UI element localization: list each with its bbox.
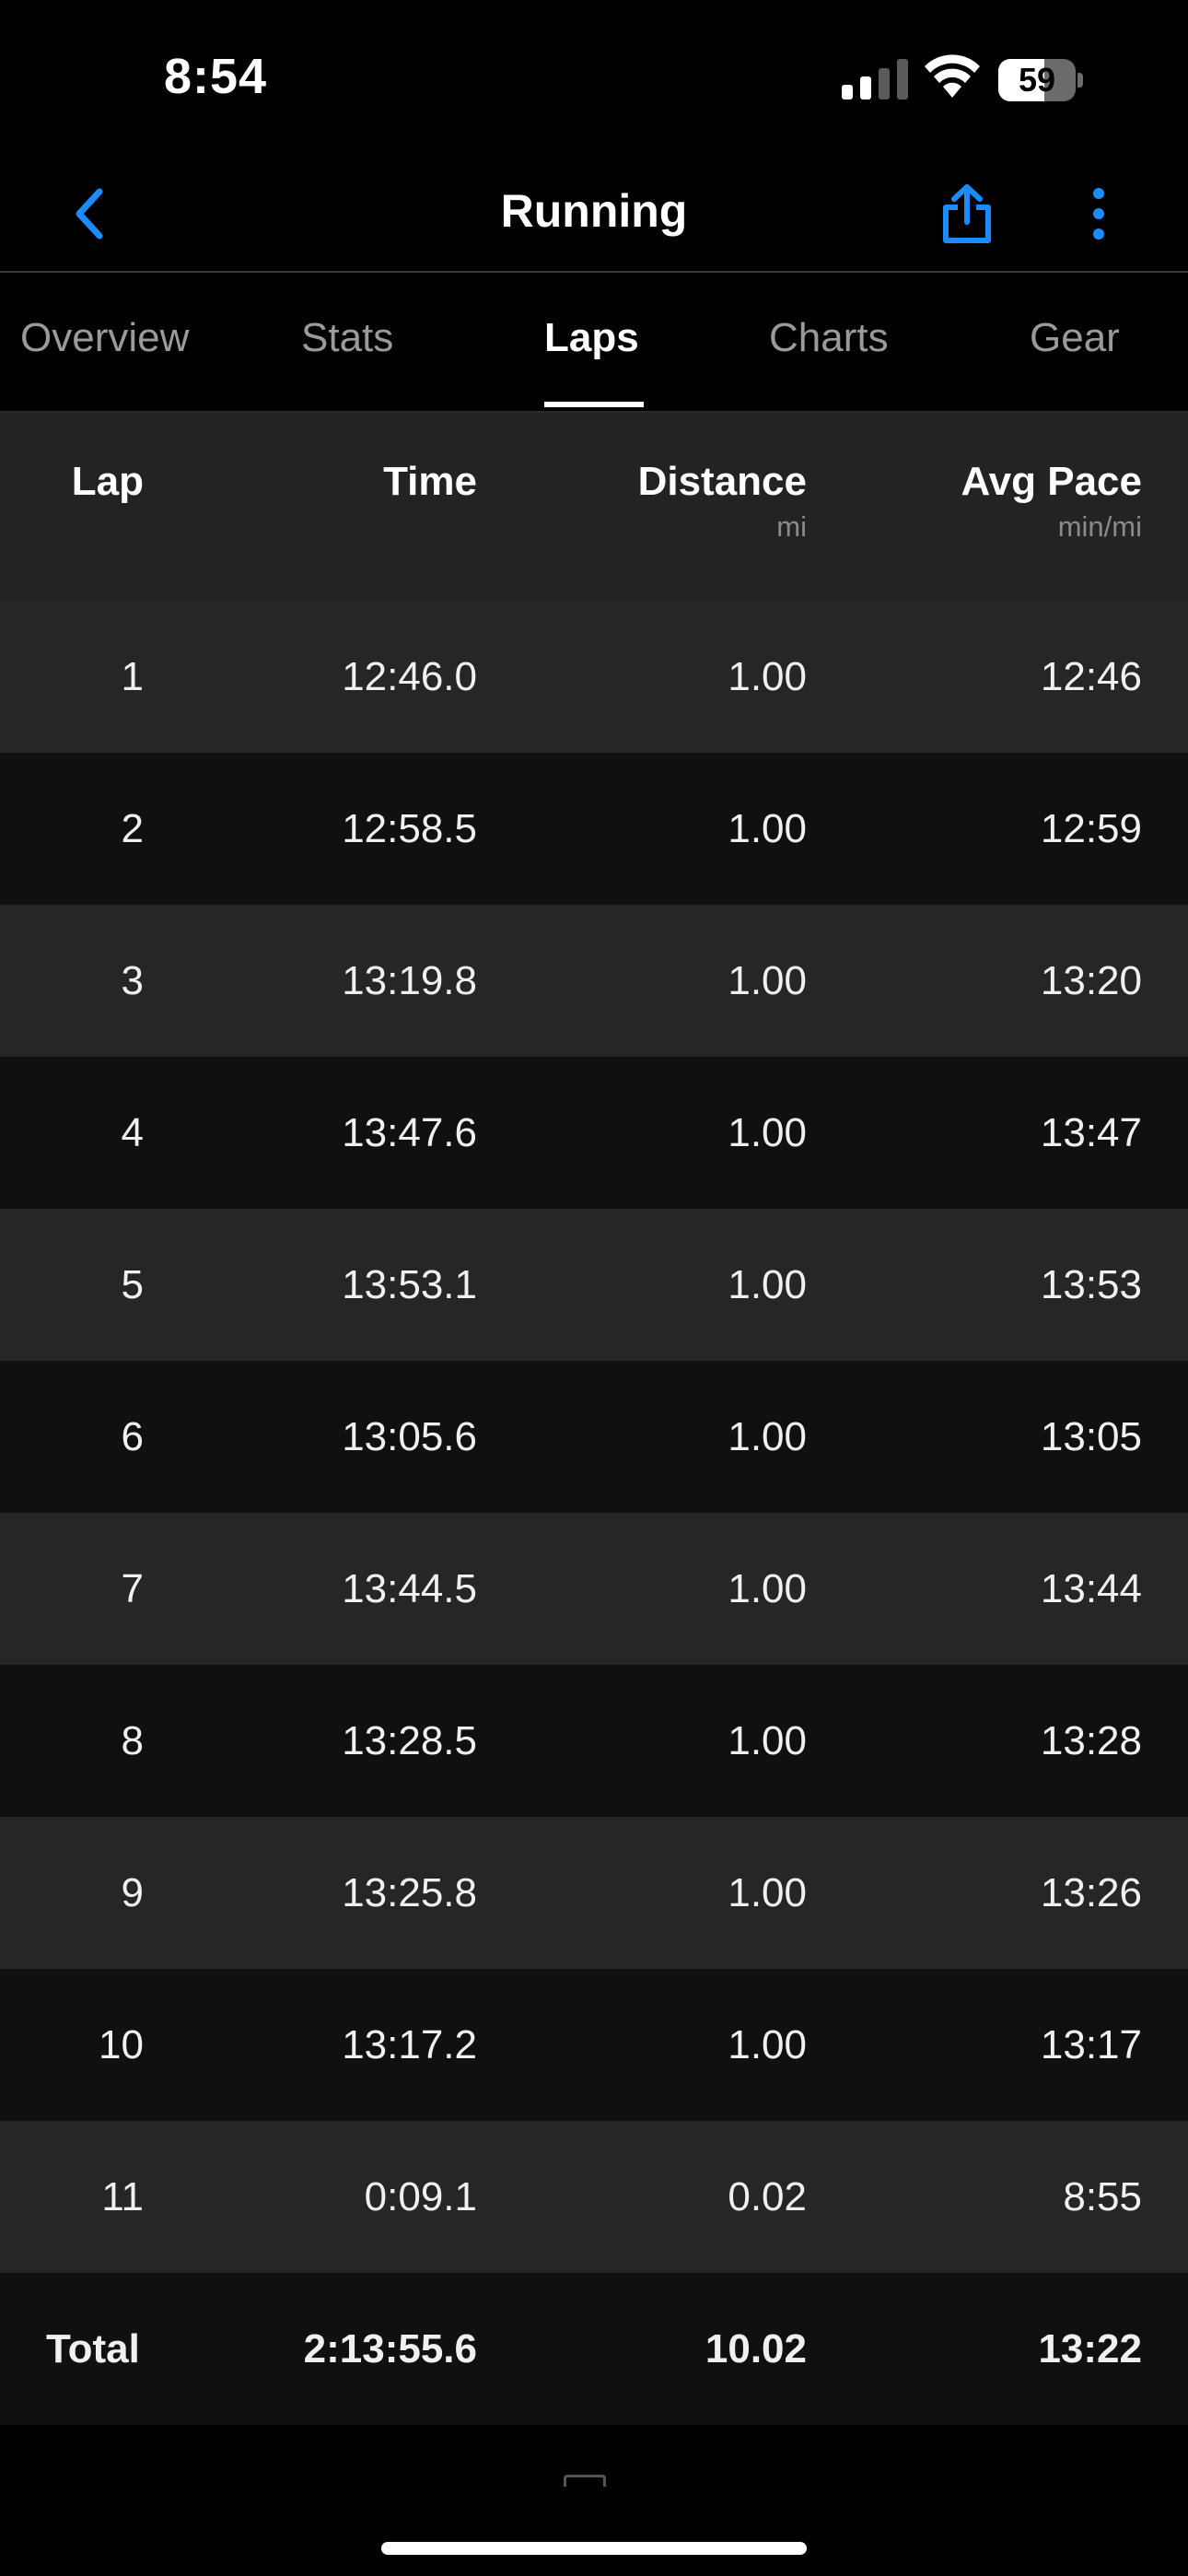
lap-avg-pace: 13:20: [1040, 958, 1142, 1003]
lap-time: 13:05.6: [342, 1414, 477, 1459]
tab-overview[interactable]: Overview: [20, 315, 189, 361]
share-button[interactable]: [930, 175, 1004, 252]
table-row[interactable]: 4 13:47.6 1.00 13:47: [0, 1057, 1188, 1209]
lap-time: 13:17.2: [342, 2022, 477, 2067]
header-distance: Distance mi: [516, 459, 807, 544]
lap-time: 13:25.8: [342, 1870, 477, 1915]
lap-time: 13:47.6: [342, 1110, 477, 1155]
lap-avg-pace: 13:47: [1040, 1110, 1142, 1155]
table-row[interactable]: 3 13:19.8 1.00 13:20: [0, 905, 1188, 1057]
lap-distance: 0.02: [728, 2174, 807, 2219]
header-distance-unit: mi: [776, 510, 807, 543]
table-header: Lap Time Distance mi Avg Pace min/mi: [0, 413, 1188, 601]
more-options-button[interactable]: [1065, 175, 1133, 252]
partial-icon: [564, 2475, 606, 2487]
lap-avg-pace: 13:53: [1040, 1262, 1142, 1307]
total-distance: 10.02: [705, 2326, 807, 2371]
lap-number: 5: [121, 1262, 144, 1307]
lap-number: 8: [121, 1718, 144, 1763]
lap-avg-pace: 13:05: [1040, 1414, 1142, 1459]
table-row[interactable]: 1 12:46.0 1.00 12:46: [0, 601, 1188, 753]
table-row[interactable]: 11 0:09.1 0.02 8:55: [0, 2121, 1188, 2273]
table-row[interactable]: 7 13:44.5 1.00 13:44: [0, 1513, 1188, 1665]
lap-distance: 1.00: [728, 654, 807, 699]
active-tab-indicator: [544, 402, 644, 407]
table-row[interactable]: 8 13:28.5 1.00 13:28: [0, 1665, 1188, 1817]
lap-number: 6: [121, 1414, 144, 1459]
table-row[interactable]: 5 13:53.1 1.00 13:53: [0, 1209, 1188, 1361]
total-time: 2:13:55.6: [303, 2326, 477, 2371]
lap-number: 2: [121, 806, 144, 851]
lap-number: 11: [101, 2174, 144, 2219]
lap-time: 13:28.5: [342, 1718, 477, 1763]
status-time: 8:54: [164, 49, 268, 104]
header-pace-unit: min/mi: [1057, 510, 1142, 543]
lap-time: 13:44.5: [342, 1566, 477, 1611]
table-row[interactable]: 10 13:17.2 1.00 13:17: [0, 1969, 1188, 2121]
navigation-bar: Running: [0, 157, 1188, 273]
lap-number: 1: [121, 654, 144, 699]
lap-distance: 1.00: [728, 2022, 807, 2067]
laps-table: Lap Time Distance mi Avg Pace min/mi 1 1…: [0, 413, 1188, 2425]
share-icon: [943, 184, 991, 243]
lap-time: 13:53.1: [342, 1262, 477, 1307]
tab-bar: Overview Stats Laps Charts Gear: [0, 273, 1188, 413]
cellular-signal-icon: [842, 59, 908, 100]
lap-number: 4: [121, 1110, 144, 1155]
status-bar: 8:54 59: [0, 0, 1188, 157]
vertical-ellipsis-icon: [1093, 188, 1104, 240]
home-indicator[interactable]: [381, 2542, 807, 2555]
page-title: Running: [500, 185, 688, 237]
lap-number: 3: [121, 958, 144, 1003]
header-lap: Lap: [71, 459, 144, 504]
lap-distance: 1.00: [728, 1718, 807, 1763]
lap-distance: 1.00: [728, 1262, 807, 1307]
lap-avg-pace: 8:55: [1063, 2174, 1142, 2219]
lap-avg-pace: 13:44: [1040, 1566, 1142, 1611]
battery-percent: 59: [1018, 61, 1056, 99]
tab-charts[interactable]: Charts: [769, 315, 889, 361]
lap-distance: 1.00: [728, 806, 807, 851]
table-row[interactable]: 6 13:05.6 1.00 13:05: [0, 1361, 1188, 1513]
lap-number: 10: [99, 2022, 144, 2067]
lap-time: 12:46.0: [342, 654, 477, 699]
lap-avg-pace: 13:28: [1040, 1718, 1142, 1763]
table-row[interactable]: 2 12:58.5 1.00 12:59: [0, 753, 1188, 905]
total-avg-pace: 13:22: [1038, 2326, 1142, 2371]
table-total-row: Total 2:13:55.6 10.02 13:22: [0, 2273, 1188, 2425]
lap-avg-pace: 13:26: [1040, 1870, 1142, 1915]
table-row[interactable]: 9 13:25.8 1.00 13:26: [0, 1817, 1188, 1969]
lap-distance: 1.00: [728, 1566, 807, 1611]
header-time: Time: [383, 459, 477, 504]
lap-distance: 1.00: [728, 1414, 807, 1459]
tab-laps[interactable]: Laps: [544, 315, 639, 361]
wifi-icon: [925, 54, 980, 98]
lap-number: 7: [121, 1566, 144, 1611]
lap-avg-pace: 12:59: [1040, 806, 1142, 851]
lap-distance: 1.00: [728, 1870, 807, 1915]
lap-distance: 1.00: [728, 1110, 807, 1155]
battery-icon: 59: [998, 59, 1083, 101]
lap-time: 13:19.8: [342, 958, 477, 1003]
lap-avg-pace: 13:17: [1040, 2022, 1142, 2067]
lap-time: 0:09.1: [364, 2174, 477, 2219]
header-avg-pace: Avg Pace min/mi: [829, 459, 1142, 544]
lap-number: 9: [121, 1870, 144, 1915]
tab-gear[interactable]: Gear: [1030, 315, 1120, 361]
lap-avg-pace: 12:46: [1040, 654, 1142, 699]
lap-time: 12:58.5: [342, 806, 477, 851]
lap-distance: 1.00: [728, 958, 807, 1003]
tab-stats[interactable]: Stats: [301, 315, 393, 361]
